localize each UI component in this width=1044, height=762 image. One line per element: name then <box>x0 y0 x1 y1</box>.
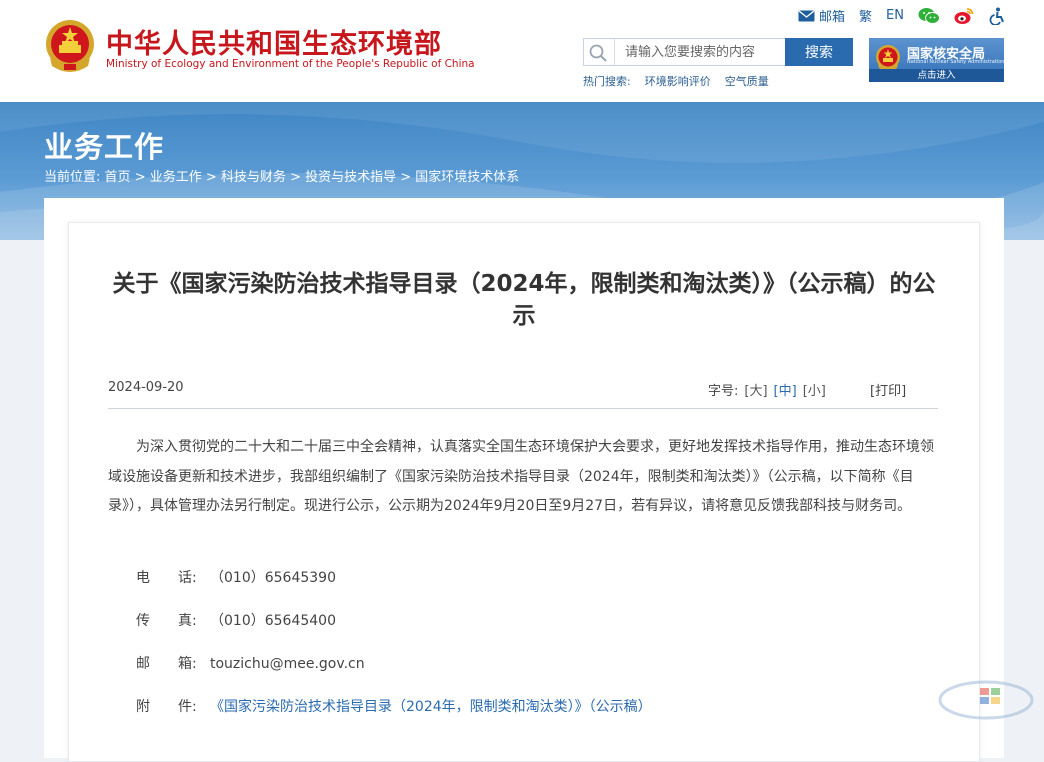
watermark-logo-icon <box>938 680 1034 720</box>
nna-english-name: National Nuclear Safety Administration <box>907 59 1005 65</box>
section-title: 业务工作 <box>44 130 165 164</box>
wechat-icon[interactable] <box>918 7 940 25</box>
contact-fax-label: 传 真: <box>136 613 197 629</box>
contact-phone-label: 电 话: <box>136 570 197 586</box>
attachment-link[interactable]: 《国家污染防治技术指导目录（2024年，限制类和淘汰类）》（公示稿） <box>210 699 652 715</box>
breadcrumb-separator: > <box>205 170 221 185</box>
english-link[interactable]: EN <box>886 8 904 23</box>
breadcrumb: 当前位置: 首页 > 业务工作 > 科技与财务 > 投资与技术指导 > 国家环境… <box>44 166 519 185</box>
accessibility-icon[interactable] <box>988 7 1006 25</box>
article-body: 为深入贯彻党的二十大和二十届三中全会精神，认真落实全国生态环境保护大会要求，更好… <box>108 439 934 514</box>
nna-enter-label: 点击进入 <box>869 69 1004 82</box>
contact-attachment-label: 附 件: <box>136 699 197 715</box>
search-button[interactable]: 搜索 <box>785 38 853 66</box>
national-emblem-small-icon <box>876 45 900 71</box>
breadcrumb-item-home[interactable]: 首页 <box>105 170 131 185</box>
hot-search-item-eia[interactable]: 环境影响评价 <box>645 73 711 89</box>
site-header: 中华人民共和国生态环境部 Ministry of Ecology and Env… <box>0 0 1044 102</box>
font-size-label: 字号: <box>708 384 739 399</box>
national-emblem-icon[interactable] <box>44 18 96 74</box>
contact-fax: 传 真: （010）65645400 <box>136 610 336 630</box>
contact-email-value: touzichu@mee.gov.cn <box>210 656 365 672</box>
article-title: 关于《国家污染防治技术指导目录（2024年，限制类和淘汰类）》（公示稿）的公示 <box>112 271 936 329</box>
font-size-large[interactable]: [大] <box>744 380 767 399</box>
hot-search: 热门搜索: 环境影响评价 空气质量 <box>583 73 769 89</box>
search-input[interactable] <box>614 39 782 65</box>
contact-email-label: 邮 箱: <box>136 656 197 672</box>
hot-search-item-air-quality[interactable]: 空气质量 <box>725 73 769 89</box>
traditional-chinese-link[interactable]: 繁 <box>859 6 872 25</box>
breadcrumb-label: 当前位置: <box>44 170 101 185</box>
breadcrumb-separator: > <box>400 170 416 185</box>
breadcrumb-item-tech-system[interactable]: 国家环境技术体系 <box>415 170 519 185</box>
breadcrumb-separator: > <box>134 170 150 185</box>
search-box <box>583 38 785 66</box>
mail-link-label: 邮箱 <box>819 10 846 25</box>
contact-phone-value: （010）65645390 <box>210 570 336 586</box>
breadcrumb-item-investment[interactable]: 投资与技术指导 <box>305 170 396 185</box>
weibo-icon[interactable] <box>954 7 974 25</box>
font-size-switch: 字号: [大] [中] [小] <box>708 380 826 399</box>
article-date: 2024-09-20 <box>108 380 184 395</box>
mail-link[interactable]: 邮箱 <box>798 6 845 25</box>
breadcrumb-item-business[interactable]: 业务工作 <box>150 170 202 185</box>
contact-fax-value: （010）65645400 <box>210 613 336 629</box>
top-links: 邮箱 繁 EN <box>798 6 1006 25</box>
site-title[interactable]: 中华人民共和国生态环境部 <box>106 22 442 61</box>
search-icon <box>589 44 607 62</box>
breadcrumb-separator: > <box>290 170 306 185</box>
hot-search-label: 热门搜索: <box>583 75 631 88</box>
nna-link-button[interactable]: 国家核安全局 National Nuclear Safety Administr… <box>869 38 1004 82</box>
site-subtitle: Ministry of Ecology and Environment of t… <box>106 58 475 70</box>
mail-icon <box>798 9 815 21</box>
contact-email: 邮 箱: touzichu@mee.gov.cn <box>136 653 365 673</box>
font-size-medium[interactable]: [中] <box>774 380 797 399</box>
contact-phone: 电 话: （010）65645390 <box>136 567 336 587</box>
print-button[interactable]: [打印] <box>870 380 906 399</box>
font-size-small[interactable]: [小] <box>803 380 826 399</box>
contact-attachment: 附 件: 《国家污染防治技术指导目录（2024年，限制类和淘汰类）》（公示稿） <box>136 696 652 716</box>
breadcrumb-item-tech-finance[interactable]: 科技与财务 <box>221 170 286 185</box>
article-meta: 2024-09-20 字号: [大] [中] [小] [打印] <box>108 378 938 409</box>
